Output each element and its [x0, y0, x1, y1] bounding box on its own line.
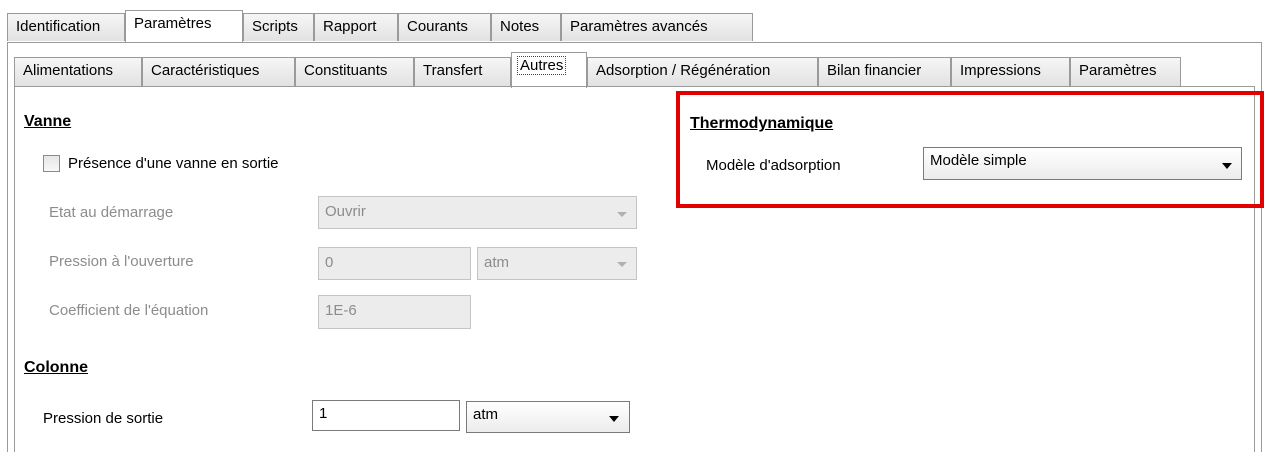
- tab-label: Rapport: [323, 18, 377, 35]
- coefficient-equation-label: Coefficient de l'équation: [49, 302, 209, 319]
- colonne-section-title: Colonne: [24, 359, 88, 376]
- sub-tabs-baseline: [14, 86, 1255, 87]
- subtab-alimentations[interactable]: Alimentations: [14, 57, 142, 86]
- pression-ouverture-input[interactable]: 0: [318, 247, 471, 280]
- tab-label: Notes: [500, 18, 540, 35]
- subtab-impressions[interactable]: Impressions: [951, 57, 1070, 86]
- tab-label: Identification: [16, 18, 101, 35]
- subtab-parametres[interactable]: Paramètres: [1070, 57, 1181, 86]
- pression-sortie-input[interactable]: 1: [312, 400, 460, 431]
- presence-vanne-checkbox[interactable]: [43, 155, 60, 172]
- pression-ouverture-value: 0: [325, 254, 334, 271]
- sub-panel-left-border: [14, 86, 15, 452]
- tab-label: Impressions: [960, 62, 1041, 79]
- chevron-down-icon: [617, 212, 627, 217]
- tab-label: Transfert: [423, 62, 483, 79]
- modele-adsorption-select[interactable]: Modèle simple: [923, 147, 1242, 180]
- chevron-down-icon: [617, 262, 627, 267]
- subtab-adsorption-regeneration[interactable]: Adsorption / Régénération: [587, 57, 818, 86]
- modele-adsorption-value: Modèle simple: [930, 152, 1027, 169]
- subtab-caracteristiques[interactable]: Caractéristiques: [142, 57, 295, 86]
- vanne-section-title: Vanne: [24, 113, 72, 130]
- tab-label: Paramètres: [1079, 62, 1157, 79]
- tab-label: Caractéristiques: [151, 62, 260, 79]
- chevron-down-icon: [1222, 163, 1232, 169]
- tab-scripts[interactable]: Scripts: [243, 13, 314, 41]
- tab-parametres[interactable]: Paramètres: [125, 10, 243, 43]
- chevron-down-icon: [609, 416, 619, 422]
- pression-sortie-unit-select[interactable]: atm: [466, 401, 630, 433]
- tab-label: Paramètres: [134, 15, 212, 32]
- tab-label: Bilan financier: [827, 62, 922, 79]
- tab-label: Adsorption / Régénération: [596, 62, 771, 79]
- subtab-constituants[interactable]: Constituants: [295, 57, 414, 86]
- pression-sortie-unit-value: atm: [473, 406, 499, 423]
- main-tabs-baseline: [7, 42, 1262, 43]
- tab-label: Scripts: [252, 18, 298, 35]
- tab-identification[interactable]: Identification: [7, 13, 125, 41]
- tab-notes[interactable]: Notes: [491, 13, 561, 41]
- main-panel-left-border: [7, 42, 8, 452]
- etat-demarrage-value: Ouvrir: [325, 203, 366, 220]
- coefficient-equation-input[interactable]: 1E-6: [318, 295, 471, 329]
- tab-label: Alimentations: [23, 62, 114, 79]
- pression-ouverture-label: Pression à l'ouverture: [49, 253, 194, 270]
- tab-label: Courants: [407, 18, 468, 35]
- subtab-autres[interactable]: Autres: [511, 52, 587, 88]
- tab-courants[interactable]: Courants: [398, 13, 491, 41]
- pression-ouverture-unit-value: atm: [484, 254, 510, 271]
- tab-label: Constituants: [304, 62, 388, 79]
- tab-label: Autres: [517, 56, 567, 75]
- thermodynamique-section-title: Thermodynamique: [690, 115, 834, 132]
- pression-ouverture-unit-select[interactable]: atm: [477, 247, 637, 280]
- tab-label: Paramètres avancés: [570, 18, 708, 35]
- etat-demarrage-select[interactable]: Ouvrir: [318, 196, 637, 229]
- coefficient-equation-value: 1E-6: [325, 302, 357, 319]
- tab-rapport[interactable]: Rapport: [314, 13, 398, 41]
- subtab-bilan-financier[interactable]: Bilan financier: [818, 57, 951, 86]
- pression-sortie-label: Pression de sortie: [43, 410, 164, 427]
- presence-vanne-label: Présence d'une vanne en sortie: [68, 155, 279, 172]
- pression-sortie-value: 1: [319, 405, 328, 422]
- tab-parametres-avances[interactable]: Paramètres avancés: [561, 13, 753, 41]
- modele-adsorption-label: Modèle d'adsorption: [706, 157, 841, 174]
- subtab-transfert[interactable]: Transfert: [414, 57, 511, 86]
- etat-demarrage-label: Etat au démarrage: [49, 204, 174, 221]
